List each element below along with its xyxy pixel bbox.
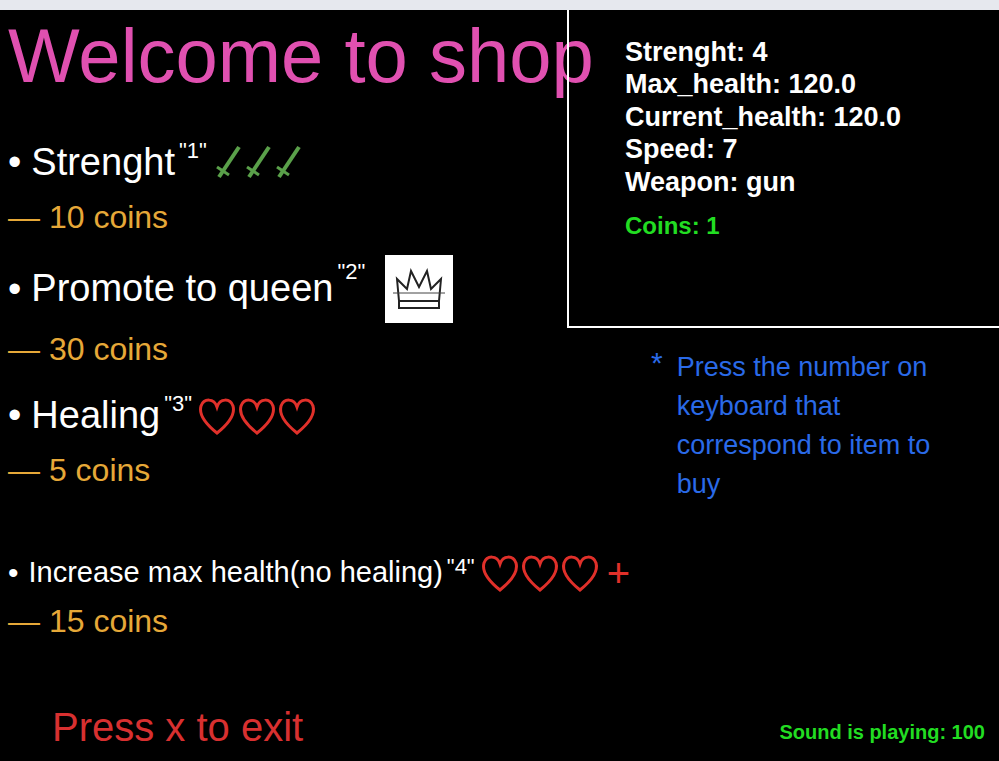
stat-line: Max_health: 120.0 <box>625 68 999 100</box>
item-bullet: • <box>8 387 21 444</box>
item-label: Promote to queen <box>31 265 333 313</box>
swords-icon <box>213 143 309 183</box>
hint-note: *Press the number on keyboard that corre… <box>567 348 999 505</box>
stat-line: Current_health: 120.0 <box>625 101 999 133</box>
shop-item[interactable]: •Promote to queen"2" — 30 coins <box>8 255 567 369</box>
shop-item[interactable]: •Healing"3" — 5 coins <box>8 387 567 490</box>
item-row: •Healing"3" <box>8 387 567 444</box>
item-cost: — 5 coins <box>8 450 567 490</box>
stats-panel: Strenght: 4Max_health: 120.0Current_heal… <box>567 10 999 328</box>
hearts-icon <box>481 552 603 594</box>
crown-icon <box>385 255 453 323</box>
item-list: •Strenght"1"— 10 coins•Promote to queen"… <box>8 134 567 490</box>
coins-label: Coins: 1 <box>625 208 999 244</box>
crown-drawing-icon <box>391 261 447 317</box>
item-cost: — 15 coins <box>8 601 999 641</box>
item-row: •Promote to queen"2" <box>8 255 567 323</box>
item-key: "2" <box>337 255 365 288</box>
item-key: "4" <box>447 550 475 583</box>
stat-line: Weapon: gun <box>625 166 999 198</box>
item-cost: — 30 coins <box>8 329 567 369</box>
hint-text: Press the number on keyboard that corres… <box>677 348 957 505</box>
stat-line: Speed: 7 <box>625 133 999 165</box>
shop-item[interactable]: •Strenght"1" — 10 coins <box>8 134 567 237</box>
item-key: "3" <box>164 387 192 420</box>
item-label: Healing <box>31 392 160 440</box>
plus-icon: + <box>607 553 630 593</box>
stat-line: Strenght: 4 <box>625 36 999 68</box>
item-bullet: • <box>8 550 19 595</box>
sound-status: Sound is playing: 100 <box>779 717 985 747</box>
shop-item[interactable]: • Increase max health(no healing)"4" + — 15… <box>8 550 999 641</box>
item-label: Strenght <box>31 139 175 187</box>
item-bullet: • <box>8 261 21 318</box>
item-bullet: • <box>8 134 21 191</box>
item-row: •Strenght"1" <box>8 134 567 191</box>
item-row: • Increase max health(no healing)"4" + <box>8 550 999 595</box>
item-key: "1" <box>179 134 207 167</box>
hearts-icon <box>198 395 320 437</box>
item-label: Increase max health(no healing) <box>29 554 443 590</box>
shop-title: Welcome to shop <box>8 18 567 94</box>
hint-marker: * <box>651 348 663 505</box>
item-cost: — 10 coins <box>8 197 567 237</box>
exit-hint: Press x to exit <box>52 707 303 747</box>
